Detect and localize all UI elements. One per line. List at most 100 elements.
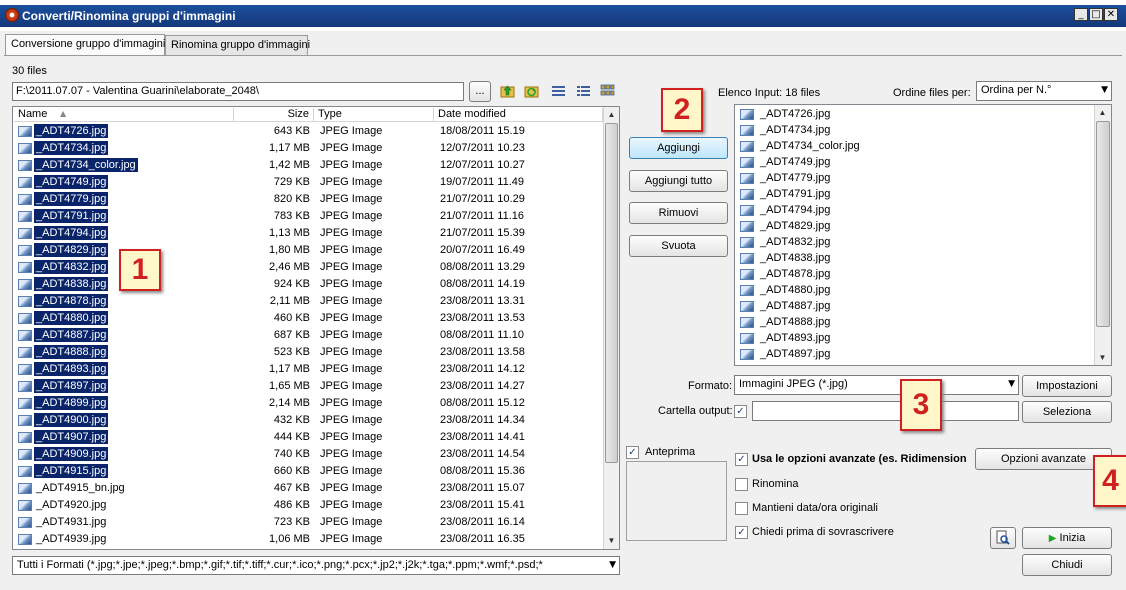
table-row[interactable]: _ADT4829.jpg 1,80 MB JPEG Image 20/07/2011 … <box>14 242 603 259</box>
list-item[interactable]: _ADT4838.jpg <box>738 250 1094 266</box>
file-list[interactable]: _ADT4726.jpg 643 KB JPEG Image 18/08/2011 1… <box>14 123 603 548</box>
list-item[interactable]: _ADT4779.jpg <box>738 170 1094 186</box>
scroll-down-icon[interactable]: ▼ <box>1095 350 1110 365</box>
input-list-scroll-thumb[interactable] <box>1096 121 1110 327</box>
list-item[interactable]: _ADT4888.jpg <box>738 314 1094 330</box>
table-row[interactable]: _ADT4920.jpg 486 KB JPEG Image 23/08/2011 1… <box>14 497 603 514</box>
list-item[interactable]: _ADT4880.jpg <box>738 282 1094 298</box>
list-item[interactable]: _ADT4897.jpg <box>738 346 1094 362</box>
list-item[interactable]: _ADT4734.jpg <box>738 122 1094 138</box>
details-view-icon[interactable] <box>576 84 591 98</box>
tab-conversion[interactable]: Conversione gruppo d'immagini <box>5 34 165 56</box>
table-row[interactable]: _ADT4734.jpg 1,17 MB JPEG Image 12/07/2011 … <box>14 140 603 157</box>
preview-search-button[interactable] <box>990 527 1016 549</box>
add-all-button[interactable]: Aggiungi tutto <box>629 170 728 192</box>
settings-button[interactable]: Impostazioni <box>1022 375 1112 397</box>
file-size: 460 KB <box>273 312 310 324</box>
list-item[interactable]: _ADT4734_color.jpg <box>738 138 1094 154</box>
file-date: 08/08/2011 15.12 <box>440 397 525 409</box>
table-row[interactable]: _ADT4931.jpg 723 KB JPEG Image 23/08/2011 1… <box>14 514 603 531</box>
input-file-items[interactable]: _ADT4726.jpg _ADT4734.jpg _ADT4734_color.j… <box>738 106 1094 364</box>
list-item[interactable]: _ADT4832.jpg <box>738 234 1094 250</box>
table-row[interactable]: _ADT4880.jpg 460 KB JPEG Image 23/08/2011 1… <box>14 310 603 327</box>
remove-button[interactable]: Rimuovi <box>629 202 728 224</box>
table-row[interactable]: _ADT4734_color.jpg 1,42 MB JPEG Image 12/07… <box>14 157 603 174</box>
file-name: _ADT4878.jpg <box>34 294 109 308</box>
select-folder-button[interactable]: Seleziona <box>1022 401 1112 423</box>
list-view-icon[interactable] <box>551 84 566 98</box>
jpeg-file-icon <box>18 517 32 528</box>
file-date: 23/08/2011 13.53 <box>440 312 525 324</box>
advanced-options-checkbox[interactable]: ✓ <box>735 453 748 466</box>
table-row[interactable]: _ADT4939.jpg 1,06 MB JPEG Image 23/08/2011 … <box>14 531 603 548</box>
list-item[interactable]: _ADT4878.jpg <box>738 266 1094 282</box>
table-row[interactable]: _ADT4878.jpg 2,11 MB JPEG Image 23/08/2011 … <box>14 293 603 310</box>
table-row[interactable]: _ADT4909.jpg 740 KB JPEG Image 23/08/2011 1… <box>14 446 603 463</box>
output-folder-input[interactable] <box>752 401 1019 421</box>
scroll-down-icon[interactable]: ▼ <box>604 533 619 548</box>
maximize-button[interactable]: □ <box>1089 8 1103 21</box>
thumbnails-view-icon[interactable] <box>600 84 615 98</box>
table-row[interactable]: _ADT4887.jpg 687 KB JPEG Image 08/08/2011 1… <box>14 327 603 344</box>
table-row[interactable]: _ADT4838.jpg 924 KB JPEG Image 08/08/2011 1… <box>14 276 603 293</box>
format-filter-select[interactable]: Tutti i Formati (*.jpg;*.jpe;*.jpeg;*.bm… <box>12 556 620 575</box>
column-header-type[interactable]: Type <box>314 108 434 122</box>
column-header-date[interactable]: Date modified <box>434 108 603 122</box>
output-format-select[interactable]: Immagini JPEG (*.jpg) ▼ <box>734 375 1019 395</box>
minimize-button[interactable]: _ <box>1074 8 1088 21</box>
list-item[interactable]: _ADT4829.jpg <box>738 218 1094 234</box>
file-table-scroll-thumb[interactable] <box>605 123 618 463</box>
table-row[interactable]: _ADT4888.jpg 523 KB JPEG Image 23/08/2011 1… <box>14 344 603 361</box>
file-name: _ADT4887.jpg <box>34 328 109 342</box>
list-item[interactable]: _ADT4749.jpg <box>738 154 1094 170</box>
table-row[interactable]: _ADT4907.jpg 444 KB JPEG Image 23/08/2011 1… <box>14 429 603 446</box>
table-row[interactable]: _ADT4794.jpg 1,13 MB JPEG Image 21/07/2011 … <box>14 225 603 242</box>
refresh-folder-icon[interactable] <box>524 84 539 98</box>
jpeg-file-icon <box>18 364 32 375</box>
close-button[interactable]: Chiudi <box>1022 554 1112 576</box>
rename-checkbox[interactable] <box>735 478 748 491</box>
keep-date-checkbox[interactable] <box>735 502 748 515</box>
output-folder-label: Cartella output: <box>658 405 733 417</box>
preview-checkbox[interactable]: ✓ <box>626 446 639 459</box>
close-window-button[interactable]: ✕ <box>1104 8 1118 21</box>
scroll-up-icon[interactable]: ▲ <box>1095 105 1110 120</box>
output-folder-checkbox[interactable]: ✓ <box>734 405 747 418</box>
input-file-name: _ADT4791.jpg <box>760 188 831 200</box>
file-date: 21/07/2011 15.39 <box>440 227 525 239</box>
table-row[interactable]: _ADT4899.jpg 2,14 MB JPEG Image 08/08/2011 … <box>14 395 603 412</box>
tab-rename[interactable]: Rinomina gruppo d'immagini <box>165 35 310 55</box>
file-size: 2,11 MB <box>269 295 310 307</box>
table-row[interactable]: _ADT4726.jpg 643 KB JPEG Image 18/08/2011 1… <box>14 123 603 140</box>
scroll-up-icon[interactable]: ▲ <box>604 107 619 122</box>
list-item[interactable]: _ADT4726.jpg <box>738 106 1094 122</box>
column-header-name[interactable]: Name ▲ <box>14 108 234 122</box>
folder-up-icon[interactable] <box>500 84 515 98</box>
list-item[interactable]: _ADT4887.jpg <box>738 298 1094 314</box>
file-size: 924 KB <box>273 278 310 290</box>
table-row[interactable]: _ADT4832.jpg 2,46 MB JPEG Image 08/08/2011 … <box>14 259 603 276</box>
list-item[interactable]: _ADT4893.jpg <box>738 330 1094 346</box>
table-row[interactable]: _ADT4915.jpg 660 KB JPEG Image 08/08/2011 1… <box>14 463 603 480</box>
table-row[interactable]: _ADT4893.jpg 1,17 MB JPEG Image 23/08/2011 … <box>14 361 603 378</box>
table-row[interactable]: _ADT4897.jpg 1,65 MB JPEG Image 23/08/2011 … <box>14 378 603 395</box>
list-item[interactable]: _ADT4791.jpg <box>738 186 1094 202</box>
ask-overwrite-label: Chiedi prima di sovrascrivere <box>752 526 894 538</box>
table-row[interactable]: _ADT4749.jpg 729 KB JPEG Image 19/07/2011 1… <box>14 174 603 191</box>
column-header-size[interactable]: Size <box>234 108 314 122</box>
clear-button[interactable]: Svuota <box>629 235 728 257</box>
file-size: 432 KB <box>273 414 310 426</box>
add-button[interactable]: Aggiungi <box>629 137 728 159</box>
advanced-options-button[interactable]: Opzioni avanzate <box>975 448 1112 470</box>
start-button[interactable]: ▶ Inizia <box>1022 527 1112 549</box>
table-row[interactable]: _ADT4779.jpg 820 KB JPEG Image 21/07/2011 1… <box>14 191 603 208</box>
browse-button[interactable]: ... <box>469 81 491 102</box>
list-item[interactable]: _ADT4794.jpg <box>738 202 1094 218</box>
file-date: 08/08/2011 15.36 <box>440 465 525 477</box>
sort-order-select[interactable]: Ordina per N.° ▼ <box>976 81 1112 101</box>
table-row[interactable]: _ADT4915_bn.jpg 467 KB JPEG Image 23/08/201… <box>14 480 603 497</box>
table-row[interactable]: _ADT4791.jpg 783 KB JPEG Image 21/07/2011 1… <box>14 208 603 225</box>
ask-overwrite-checkbox[interactable]: ✓ <box>735 526 748 539</box>
path-input[interactable]: F:\2011.07.07 - Valentina Guarini\elabor… <box>12 82 464 101</box>
table-row[interactable]: _ADT4900.jpg 432 KB JPEG Image 23/08/2011 1… <box>14 412 603 429</box>
